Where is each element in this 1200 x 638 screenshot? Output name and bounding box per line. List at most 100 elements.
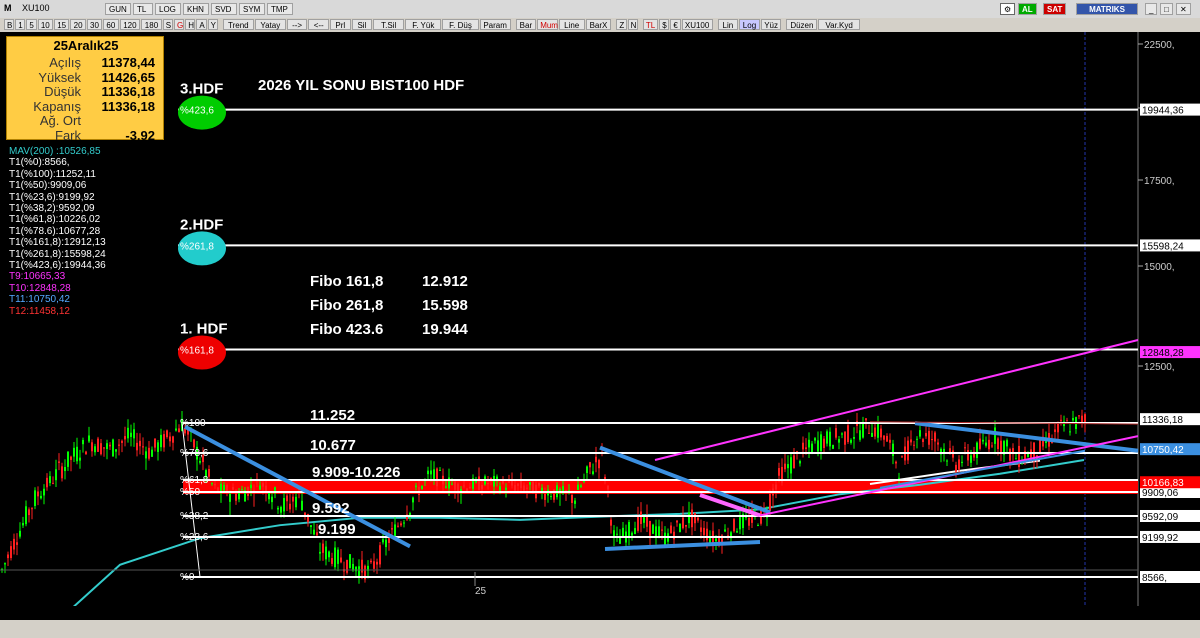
toolbar-button[interactable]: 15: [54, 19, 70, 30]
toolbar-button[interactable]: S: [162, 19, 173, 30]
toolbar-button[interactable]: XU100: [681, 19, 713, 30]
toolbar-button[interactable]: Mum: [537, 19, 558, 30]
candle-body: [697, 517, 699, 521]
info-label: Yüksek: [38, 69, 81, 85]
toolbar-button[interactable]: 10: [37, 19, 53, 30]
symbol-label[interactable]: XU100: [22, 2, 50, 14]
toolbar-button[interactable]: Sil: [351, 19, 373, 30]
top-toolbar-button[interactable]: SYM: [239, 3, 265, 15]
info-label: Ağ. Ort: [39, 113, 81, 128]
toolbar-button[interactable]: Bar: [515, 19, 537, 30]
candle-body: [538, 482, 540, 486]
candle-body: [49, 476, 51, 484]
candle-body: [1006, 440, 1008, 447]
toolbar-button[interactable]: BarX: [585, 19, 612, 30]
y-tick-label: 17500,: [1144, 176, 1175, 187]
buy-button[interactable]: AL: [1018, 3, 1037, 15]
candle-body: [238, 491, 240, 500]
candle-body: [454, 481, 456, 490]
toolbar-button[interactable]: Z: [616, 19, 627, 30]
toolbar-button[interactable]: 120: [119, 19, 141, 30]
toolbar-button[interactable]: 20: [70, 19, 86, 30]
top-toolbar-button[interactable]: SVD: [211, 3, 237, 15]
toolbar-button[interactable]: Düzen: [786, 19, 818, 30]
toolbar-button[interactable]: -->: [286, 19, 308, 30]
top-toolbar-button[interactable]: KHN: [183, 3, 209, 15]
toolbar-button[interactable]: Prl: [330, 19, 351, 30]
toolbar-button[interactable]: Var.Kyd: [818, 19, 860, 30]
toolbar-button[interactable]: Log: [739, 19, 760, 30]
toolbar-button[interactable]: F. Düş: [442, 19, 479, 30]
candle-body: [757, 524, 759, 526]
candle-body: [580, 485, 582, 488]
minimize-icon[interactable]: _: [1145, 3, 1158, 15]
toolbar-button[interactable]: 30: [86, 19, 103, 30]
toolbar-button[interactable]: Line: [558, 19, 585, 30]
toolbar-button[interactable]: <--: [308, 19, 329, 30]
candle-body: [1039, 439, 1041, 453]
target-name: 2.HDF: [180, 216, 223, 233]
toolbar-button[interactable]: TL: [642, 19, 659, 30]
title-bar: M XU100 GUN TL LOG KHN SVD SYM TMP ⚙ AL SAT MA…: [0, 0, 1200, 19]
toolbar-button[interactable]: 1: [15, 19, 26, 30]
candle-body: [268, 492, 270, 500]
toolbar-button[interactable]: Yatay: [254, 19, 286, 30]
toolbar-button[interactable]: H: [185, 19, 196, 30]
toolbar-button[interactable]: B: [4, 19, 15, 30]
candle-body: [517, 483, 519, 486]
candle-body: [271, 496, 273, 503]
menu-m-label[interactable]: M: [4, 2, 12, 14]
candle-body: [643, 517, 645, 523]
top-toolbar-button[interactable]: LOG: [155, 3, 181, 15]
sell-button[interactable]: SAT: [1043, 3, 1067, 15]
top-toolbar-button[interactable]: GUN: [105, 3, 131, 15]
info-value: 11426,65: [101, 69, 155, 85]
toolbar-button[interactable]: 60: [103, 19, 119, 30]
toolbar-button[interactable]: €: [670, 19, 681, 30]
toolbar-button[interactable]: 5: [26, 19, 37, 30]
candle-body: [172, 436, 174, 443]
gear-icon[interactable]: ⚙: [1000, 3, 1016, 15]
toolbar-button[interactable]: Lin: [717, 19, 739, 30]
toolbar-button[interactable]: F. Yük: [405, 19, 442, 30]
indicator-line: T9:10665,33: [9, 271, 66, 283]
toolbar-button[interactable]: Trend: [222, 19, 254, 30]
candle-body: [958, 459, 960, 470]
candle-body: [682, 517, 684, 529]
toolbar-button[interactable]: 180: [141, 19, 162, 30]
toolbar-button[interactable]: G: [174, 19, 185, 30]
candle-body: [346, 559, 348, 573]
candle-body: [862, 423, 864, 438]
candle-body: [103, 447, 105, 449]
toolbar-button[interactable]: N: [627, 19, 638, 30]
bottom-scrollbar[interactable]: [0, 620, 1200, 638]
top-toolbar-button[interactable]: TMP: [267, 3, 293, 15]
candle-body: [1015, 458, 1017, 460]
toolbar-button[interactable]: $: [659, 19, 670, 30]
axis-badge-label: 10166,83: [1142, 478, 1184, 489]
toolbar-button[interactable]: A: [196, 19, 207, 30]
candle-body: [673, 531, 675, 540]
candle-body: [493, 475, 495, 487]
candle-body: [349, 554, 351, 569]
candle-body: [403, 522, 405, 524]
toolbar-button[interactable]: Yüz: [760, 19, 782, 30]
toolbar-button[interactable]: T.Sil: [373, 19, 405, 30]
candle-body: [166, 430, 168, 438]
top-toolbar-button[interactable]: TL: [133, 3, 153, 15]
maximize-icon[interactable]: □: [1160, 3, 1173, 15]
fibo-value: 15.598: [422, 297, 468, 314]
info-value: 11336,18: [101, 84, 155, 99]
close-icon[interactable]: ✕: [1176, 3, 1191, 15]
toolbar-button[interactable]: Y: [207, 19, 218, 30]
candle-body: [802, 442, 804, 450]
candle-body: [85, 451, 87, 455]
candle-body: [769, 493, 771, 512]
candle-body: [310, 525, 312, 528]
indicator-line: T1(%423,6):19944,36: [9, 260, 106, 271]
info-row: Ağ. Ort: [7, 113, 163, 128]
candle-body: [259, 485, 261, 490]
candle-body: [817, 440, 819, 452]
toolbar-button[interactable]: Param: [479, 19, 511, 30]
candle-body: [211, 483, 213, 485]
